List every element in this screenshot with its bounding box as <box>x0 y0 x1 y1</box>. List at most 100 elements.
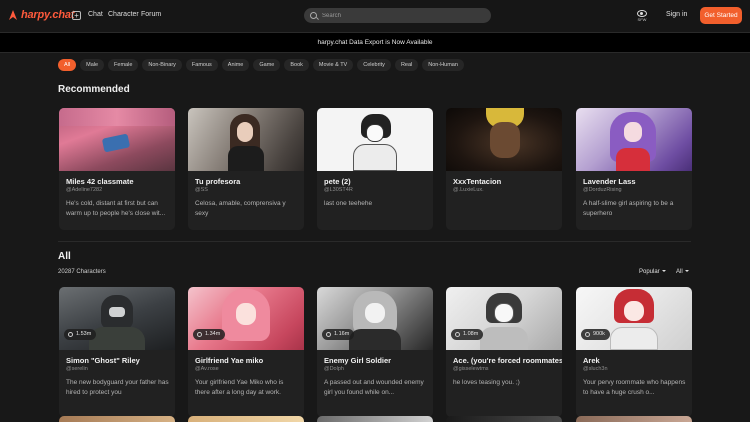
nav-link-chat[interactable]: Chat <box>88 11 103 18</box>
character-image: 1.16m <box>317 287 433 350</box>
category-filters: All Male Female Non-Binary Famous Anime … <box>58 59 464 71</box>
filter-chip-celebrity[interactable]: Celebrity <box>357 59 391 71</box>
character-description: A passed out and wounded enemy girl you … <box>324 379 424 396</box>
recommended-heading: Recommended <box>58 84 130 95</box>
character-handle[interactable]: @Adeline7282 <box>66 187 102 193</box>
character-name: Enemy Girl Soldier <box>324 356 392 365</box>
filter-chip-famous[interactable]: Famous <box>185 59 218 71</box>
character-card[interactable]: Tu profesora @SS Celosa, amable, compren… <box>188 108 304 230</box>
character-card[interactable]: pete (2) @L30ST4R last one teehehe <box>317 108 433 230</box>
character-handle[interactable]: @L30ST4R <box>324 187 353 193</box>
chat-count-badge: 900k <box>581 329 610 340</box>
chat-count-badge: 1.53m <box>64 329 97 340</box>
sfw-toggle[interactable]: SFW <box>636 10 648 22</box>
character-name: XxxTentacion <box>453 177 502 186</box>
character-name: Tu profesora <box>195 177 241 186</box>
chat-icon <box>326 332 331 337</box>
chat-count: 1.53m <box>76 331 92 337</box>
character-image <box>576 108 692 171</box>
sfw-label: SFW <box>637 17 647 22</box>
section-divider <box>58 241 691 242</box>
get-started-button[interactable]: Get Started <box>700 7 742 24</box>
logo[interactable]: harpy.chat <box>8 9 74 21</box>
search-icon <box>310 12 317 19</box>
character-count: 20287 Characters <box>58 269 106 275</box>
character-handle[interactable]: @serelin <box>66 366 88 372</box>
chat-count: 1.08m <box>463 331 479 337</box>
character-description: A half-slime girl aspiring to be a super… <box>583 200 674 217</box>
character-description: last one teehehe <box>324 200 373 207</box>
character-name: pete (2) <box>324 177 351 186</box>
character-name: Girlfriend Yae miko <box>195 356 264 365</box>
character-card-partial[interactable] <box>188 416 304 422</box>
character-image <box>446 108 562 171</box>
logo-text: harpy.chat <box>21 9 75 21</box>
character-name: Miles 42 classmate <box>66 177 134 186</box>
character-card[interactable]: 1.34m Girlfriend Yae miko @Av.rose Your … <box>188 287 304 417</box>
character-handle[interactable]: @sluch3n <box>583 366 608 372</box>
filter-label: All <box>676 269 683 275</box>
filter-chip-non-binary[interactable]: Non-Binary <box>142 59 182 71</box>
character-handle[interactable]: @DorduzRising <box>583 187 622 193</box>
chat-count-badge: 1.08m <box>451 329 484 340</box>
filter-chip-non-human[interactable]: Non-Human <box>422 59 464 71</box>
all-heading: All <box>58 251 71 262</box>
filter-chip-all[interactable]: All <box>58 59 77 71</box>
character-handle[interactable]: @.LuxieLux. <box>453 187 484 193</box>
character-description: The new bodyguard your father has hired … <box>66 379 169 396</box>
new-chat-icon[interactable]: + <box>72 11 81 20</box>
character-image: 1.53m <box>59 287 175 350</box>
chat-count-badge: 1.34m <box>193 329 226 340</box>
chevron-down-icon <box>684 270 689 273</box>
character-card-partial[interactable] <box>59 416 175 422</box>
sign-in-link[interactable]: Sign in <box>666 11 687 18</box>
character-card-partial[interactable] <box>446 416 562 422</box>
character-handle[interactable]: @Dolph <box>324 366 344 372</box>
character-image <box>317 108 433 171</box>
character-card[interactable]: Miles 42 classmate @Adeline7282 He's col… <box>59 108 175 230</box>
filter-chip-book[interactable]: Book <box>284 59 309 71</box>
character-handle[interactable]: @SS <box>195 187 208 193</box>
character-description: Celosa, amable, comprensiva y sexy <box>195 200 286 217</box>
chat-icon <box>455 332 460 337</box>
nav-link-forum[interactable]: Forum <box>141 11 161 18</box>
character-description: he loves teasing you. ;) <box>453 379 520 386</box>
character-handle[interactable]: @Av.rose <box>195 366 219 372</box>
announcement-banner[interactable]: harpy.chat Data Export is Now Available <box>0 32 750 53</box>
character-handle[interactable]: @gisselewtms <box>453 366 489 372</box>
filter-chip-real[interactable]: Real <box>394 59 419 71</box>
filter-chip-female[interactable]: Female <box>108 59 139 71</box>
filter-chip-anime[interactable]: Anime <box>221 59 250 71</box>
chevron-down-icon <box>661 270 666 273</box>
character-card-partial[interactable] <box>317 416 433 422</box>
filter-chip-male[interactable]: Male <box>80 59 105 71</box>
character-description: He's cold, distant at first but can warm… <box>66 200 166 217</box>
character-image: 900k <box>576 287 692 350</box>
character-card[interactable]: 1.53m Simon "Ghost" Riley @serelin The n… <box>59 287 175 417</box>
search-bar[interactable] <box>304 8 491 23</box>
eye-icon <box>637 10 647 17</box>
filter-chip-movie-tv[interactable]: Movie & TV <box>312 59 354 71</box>
character-name: Lavender Lass <box>583 177 636 186</box>
chat-count: 1.16m <box>334 331 350 337</box>
character-description: Your pervy roommate who happens to have … <box>583 379 686 396</box>
character-card-partial[interactable] <box>576 416 692 422</box>
character-name: Simon "Ghost" Riley <box>66 356 140 365</box>
chat-icon <box>585 332 590 337</box>
sort-label: Popular <box>639 269 660 275</box>
character-card[interactable]: Lavender Lass @DorduzRising A half-slime… <box>576 108 692 230</box>
character-card[interactable]: XxxTentacion @.LuxieLux. <box>446 108 562 230</box>
chat-icon <box>197 332 202 337</box>
sort-dropdown[interactable]: Popular <box>639 269 666 275</box>
filter-dropdown[interactable]: All <box>676 269 689 275</box>
character-card[interactable]: 1.16m Enemy Girl Soldier @Dolph A passed… <box>317 287 433 417</box>
character-card[interactable]: 1.08m Ace. (you're forced roommates) @gi… <box>446 287 562 417</box>
nav-link-character[interactable]: Character <box>108 11 139 18</box>
search-input[interactable] <box>322 12 482 19</box>
filter-chip-game[interactable]: Game <box>253 59 281 71</box>
chat-count: 900k <box>593 331 605 337</box>
character-card[interactable]: 900k Arek @sluch3n Your pervy roommate w… <box>576 287 692 417</box>
character-image: 1.34m <box>188 287 304 350</box>
chat-count-badge: 1.16m <box>322 329 355 340</box>
chat-icon <box>68 332 73 337</box>
